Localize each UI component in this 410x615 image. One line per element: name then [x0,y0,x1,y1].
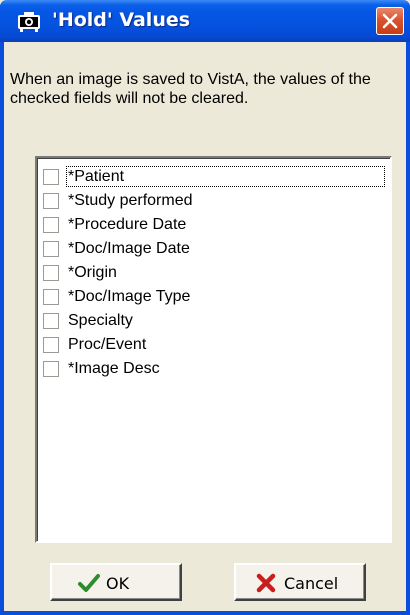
camera-icon [18,12,40,32]
checkbox-patient[interactable] [43,169,59,185]
checkbox-specialty[interactable] [43,313,59,329]
list-item-label: *Study performed [68,192,193,209]
list-item-label: Specialty [68,312,133,329]
ok-button[interactable]: OK [50,563,182,601]
list-item-label: *Patient [66,166,385,187]
window-title: 'Hold' Values [52,9,191,31]
close-button[interactable] [376,7,404,35]
list-item-label: *Doc/Image Date [68,240,190,257]
checkbox-doc-image-type[interactable] [43,289,59,305]
list-item-label: *Procedure Date [68,216,187,233]
checkbox-origin[interactable] [43,265,59,281]
checkbox-image-desc[interactable] [43,361,59,377]
checkbox-proc-event[interactable] [43,337,59,353]
description-text: When an image is saved to VistA, the val… [10,71,371,107]
cancel-button-label: Cancel [284,574,339,593]
cancel-button[interactable]: Cancel [234,563,366,601]
checkbox-doc-image-date[interactable] [43,241,59,257]
hold-fields-list[interactable]: *Patient *Study performed *Procedure Dat… [35,156,392,543]
ok-button-label: OK [106,574,130,593]
list-item-label: Proc/Event [68,336,147,353]
hold-values-dialog: 'Hold' Values When an image is saved to … [0,0,410,615]
list-item-label: *Image Desc [68,360,160,377]
x-icon [256,573,276,593]
title-bar[interactable]: 'Hold' Values [0,0,410,42]
close-icon [382,13,398,29]
list-item-label: *Origin [68,264,117,281]
checkmark-icon [78,574,100,592]
checkbox-procedure-date[interactable] [43,217,59,233]
list-item-label: *Doc/Image Type [68,288,191,305]
checkbox-study-performed[interactable] [43,193,59,209]
